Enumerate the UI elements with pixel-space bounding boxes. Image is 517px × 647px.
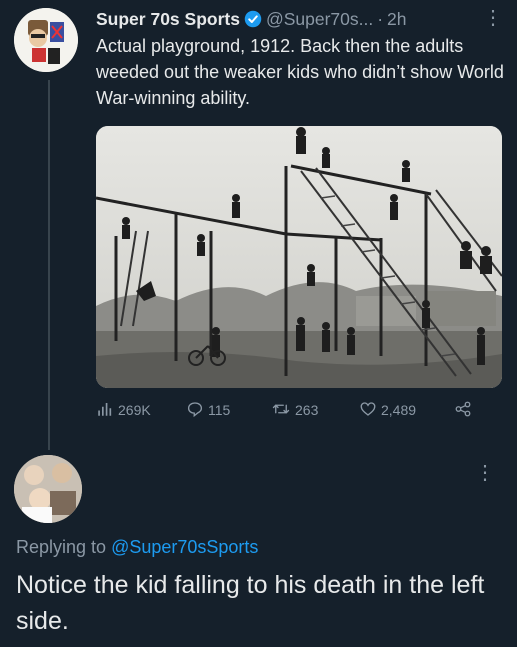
author-name[interactable]: Super 70s Sports	[96, 9, 240, 30]
tweet-text: Actual playground, 1912. Back then the a…	[96, 36, 504, 108]
like-icon	[359, 400, 377, 421]
thread-line	[48, 80, 50, 450]
reply-count: 115	[208, 402, 231, 418]
like-count: 2,489	[381, 402, 417, 418]
views-icon	[96, 400, 114, 421]
share-button[interactable]	[454, 400, 472, 421]
author-avatar[interactable]	[14, 8, 78, 72]
like-button[interactable]: 2,489	[359, 400, 454, 421]
replying-mention[interactable]: @Super70sSports	[111, 537, 258, 557]
reply-text: Notice the kid falling to his death in t…	[16, 571, 485, 635]
replier-avatar[interactable]	[14, 455, 82, 523]
more-icon[interactable]: ⋮	[483, 8, 503, 28]
reply-icon	[186, 400, 204, 421]
replying-to: Replying to @Super70sSports	[16, 537, 258, 558]
separator: ·	[377, 8, 384, 29]
author-handle[interactable]: @Super70s...	[266, 9, 373, 30]
views-button[interactable]: 269K	[96, 400, 186, 421]
share-icon	[454, 400, 472, 421]
views-count: 269K	[118, 402, 151, 418]
more-icon[interactable]: ⋮	[475, 460, 495, 485]
tweet-header: Super 70s Sports @Super70s... · 2h	[96, 6, 504, 32]
retweet-button[interactable]: 263	[271, 400, 359, 421]
tweet-photo[interactable]	[96, 126, 502, 388]
verified-badge-icon	[244, 10, 262, 28]
reply-button[interactable]: 115	[186, 400, 271, 421]
retweet-count: 263	[295, 402, 319, 418]
replying-prefix: Replying to	[16, 537, 112, 557]
tweet-actions: 269K 115 263 2,489	[96, 398, 486, 422]
tweet-time[interactable]: 2h	[387, 9, 406, 30]
retweet-icon	[271, 400, 291, 421]
